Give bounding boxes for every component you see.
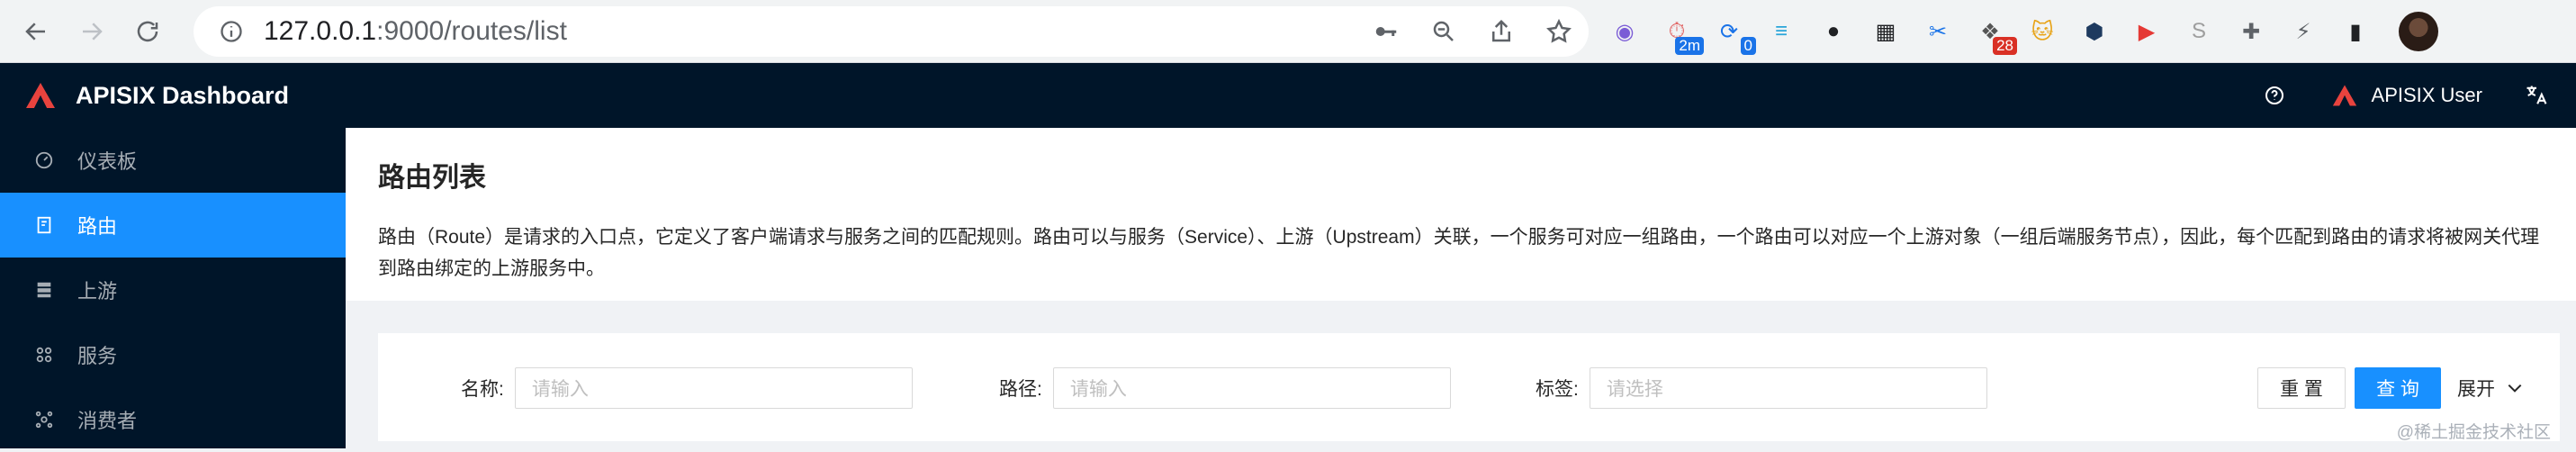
extension-badge: 28 — [1993, 37, 2017, 55]
hex-ext-icon[interactable]: ⬢ — [2076, 14, 2112, 50]
address-bar[interactable]: 127.0.0.1:9000/routes/list — [194, 6, 1589, 57]
sidebar-item-label: 路由 — [77, 211, 117, 240]
sidebar-item-label: 仪表板 — [77, 146, 137, 175]
share-icon[interactable] — [1486, 16, 1517, 47]
reset-button[interactable]: 重 置 — [2257, 367, 2346, 409]
url-text: 127.0.0.1:9000/routes/list — [264, 16, 567, 47]
key-icon[interactable] — [1371, 16, 1401, 47]
sidebar: 仪表板路由上游服务消费者 — [0, 128, 346, 448]
sidebar-item-dashboard[interactable]: 仪表板 — [0, 128, 346, 193]
page-header: 路由列表 路由（Route）是请求的入口点，它定义了客户端请求与服务之间的匹配规… — [346, 128, 2576, 301]
database-icon — [34, 280, 54, 300]
path-placeholder: 请输入 — [1070, 375, 1127, 402]
browser-toolbar: 127.0.0.1:9000/routes/list ◉ ⏱2m ⟳0 ≡ ● ▦ ✂ ❖28… — [0, 0, 2576, 63]
tags-field: 标签: 请选择 — [1536, 367, 1987, 409]
s-ext-icon[interactable]: S — [2181, 14, 2217, 50]
help-icon[interactable] — [2256, 77, 2292, 113]
tags-select[interactable]: 请选择 — [1590, 367, 1987, 409]
user-menu[interactable]: APISIX User — [2332, 84, 2482, 107]
scissors-ext-icon[interactable]: ✂ — [1920, 14, 1956, 50]
path-input[interactable]: 请输入 — [1053, 367, 1451, 409]
app-header: APISIX Dashboard APISIX User — [0, 63, 2576, 128]
timer-ext-icon[interactable]: ⏱2m — [1659, 14, 1695, 50]
sidepanel-ext-icon[interactable]: ▮ — [2337, 14, 2373, 50]
tags-label: 标签: — [1536, 375, 1579, 402]
reload-icon[interactable] — [130, 14, 166, 50]
tags-placeholder: 请选择 — [1607, 375, 1663, 402]
route-icon — [34, 215, 54, 235]
page-description: 路由（Route）是请求的入口点，它定义了客户端请求与服务之间的匹配规则。路由可… — [378, 221, 2556, 285]
expand-toggle[interactable]: 展开 — [2457, 367, 2538, 409]
back-icon[interactable] — [18, 14, 54, 50]
name-placeholder: 请输入 — [532, 375, 589, 402]
sidebar-item-consumer[interactable]: 消费者 — [0, 387, 346, 452]
name-input[interactable]: 请输入 — [515, 367, 913, 409]
extension-badge: 0 — [1741, 37, 1756, 55]
sidebar-item-label: 消费者 — [77, 405, 137, 434]
name-field: 名称: 请输入 — [461, 367, 913, 409]
chrome-ext-1-icon[interactable]: ◉ — [1607, 14, 1643, 50]
github-ext-icon[interactable]: ● — [1815, 14, 1851, 50]
play-ext-icon[interactable]: ▶ — [2129, 14, 2165, 50]
extension-badge: 2m — [1675, 37, 1704, 55]
user-name: APISIX User — [2372, 84, 2482, 107]
puzzle-ext-icon[interactable]: ✚ — [2233, 14, 2269, 50]
sidebar-item-label: 上游 — [77, 276, 117, 304]
profile-avatar[interactable] — [2399, 12, 2438, 51]
sidebar-item-routes[interactable]: 路由 — [0, 193, 346, 258]
sync-ext-icon[interactable]: ⟳0 — [1711, 14, 1747, 50]
dashboard-icon — [34, 150, 54, 170]
filter-ext-icon[interactable]: ≡ — [1763, 14, 1799, 50]
search-form: 名称: 请输入 路径: 请输入 标签: 请选择 重 置 查 询 展开 — [378, 333, 2560, 441]
query-button[interactable]: 查 询 — [2355, 367, 2441, 409]
apisix-logo-icon[interactable] — [25, 82, 56, 109]
path-label: 路径: — [999, 375, 1042, 402]
lightning-ext-icon[interactable]: ⚡ — [2285, 14, 2321, 50]
sidebar-item-label: 服务 — [77, 340, 117, 369]
site-info-icon[interactable] — [219, 19, 244, 44]
language-icon[interactable] — [2518, 77, 2554, 113]
extensions-tray: ◉ ⏱2m ⟳0 ≡ ● ▦ ✂ ❖28 🐱 ⬢ ▶ S ✚ ⚡ ▮ — [1607, 6, 2576, 57]
sidebar-item-upstream[interactable]: 上游 — [0, 258, 346, 322]
watermark: @稀土掘金技术社区 — [2397, 419, 2551, 443]
app-title[interactable]: APISIX Dashboard — [76, 82, 289, 110]
star-icon[interactable] — [1544, 16, 1574, 47]
zoom-out-icon[interactable] — [1428, 16, 1459, 47]
expand-label: 展开 — [2457, 375, 2495, 402]
grid-ext-icon[interactable]: ❖28 — [1972, 14, 2008, 50]
cluster-icon — [34, 410, 54, 429]
cat-ext-icon[interactable]: 🐱 — [2024, 14, 2060, 50]
chevron-down-icon — [2506, 379, 2524, 397]
path-field: 路径: 请输入 — [999, 367, 1451, 409]
sidebar-item-service[interactable]: 服务 — [0, 322, 346, 387]
page-title: 路由列表 — [378, 155, 2576, 194]
user-logo-icon — [2332, 84, 2357, 107]
apps-icon — [34, 345, 54, 365]
qr-ext-icon[interactable]: ▦ — [1868, 14, 1904, 50]
name-label: 名称: — [461, 375, 504, 402]
forward-icon[interactable] — [74, 14, 110, 50]
